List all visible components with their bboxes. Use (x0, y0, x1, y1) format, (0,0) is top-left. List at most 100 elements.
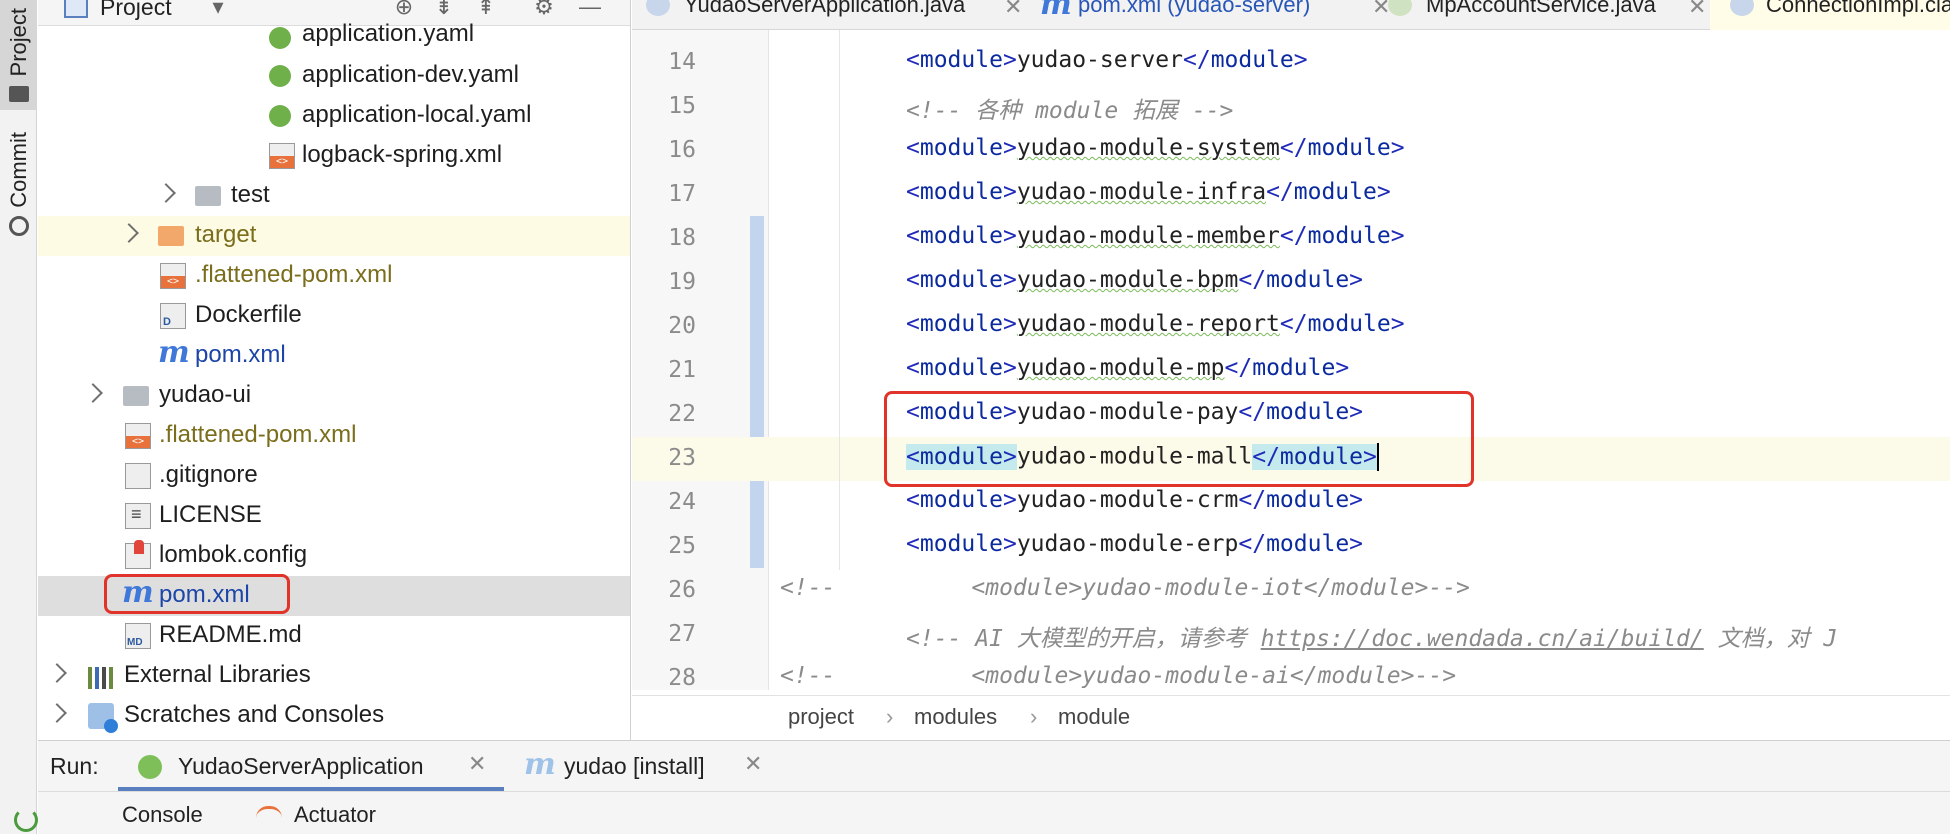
folder-icon (195, 186, 221, 206)
chevron-right-icon[interactable] (47, 703, 67, 723)
code-line[interactable]: <module>yudao-module-pay</module> (906, 399, 1363, 425)
tree-item-label: application-local.yaml (302, 101, 532, 128)
run-tab-label: YudaoServerApplication (178, 753, 424, 779)
code-comment[interactable]: <!-- 各种 module 拓展 --> (906, 91, 1233, 125)
tree-item-license[interactable]: LICENSE (38, 496, 630, 536)
xml-value: yudao-module-bpm (1016, 267, 1239, 293)
tree-item-root-pom-xml[interactable]: m pom.xml (38, 576, 630, 616)
doc-link[interactable]: https://doc.wendada.cn/ai/build/ (1261, 626, 1704, 652)
run-tab-yudao-install[interactable]: m yudao [install] ✕ (524, 741, 804, 791)
xml-tag-name: module (919, 531, 1003, 557)
spring-yaml-icon (269, 105, 291, 127)
code-line[interactable]: <module>yudao-server</module> (906, 47, 1308, 73)
code-line-current[interactable]: <module>yudao-module-mall</module> (906, 443, 1379, 471)
actuator-tab[interactable]: Actuator (294, 802, 376, 828)
line-number: 16 (668, 137, 696, 163)
xml-value: yudao-module-crm (1016, 487, 1239, 513)
tab-mp-account-service[interactable]: MpAccountService.java ✕ (1388, 0, 1718, 30)
code-comment[interactable]: <!-- <module>yudao-module-ai</module>--> (780, 663, 1456, 689)
breadcrumb-item[interactable]: module (1058, 704, 1130, 730)
commit-tool-tab[interactable]: Commit (0, 132, 37, 252)
tab-label: pom.xml (yudao-server) (1078, 0, 1311, 17)
code-comment[interactable]: <!-- <module>yudao-module-iot</module>--> (780, 575, 1470, 601)
hide-panel-icon[interactable]: — (578, 0, 602, 18)
xml-tag-name: module (1293, 179, 1377, 205)
run-subtabs: Console Actuator (38, 791, 1950, 834)
close-icon[interactable]: ✕ (744, 751, 762, 777)
commented-module: <module>yudao-module-ai</module>--> (971, 663, 1457, 689)
breadcrumb-item[interactable]: project (788, 704, 854, 730)
tree-item-target[interactable]: target (38, 216, 630, 256)
run-tab-yudao-server-application[interactable]: YudaoServerApplication ✕ (118, 741, 504, 791)
code-line[interactable]: <module>yudao-module-system</module> (906, 135, 1405, 161)
close-icon[interactable]: ✕ (468, 751, 486, 777)
vcs-change-marker[interactable] (750, 216, 764, 568)
code-line[interactable]: <module>yudao-module-mp</module> (906, 355, 1349, 381)
run-label: Run: (50, 753, 99, 779)
project-tool-tab[interactable]: Project (0, 0, 37, 110)
commit-tool-label: Commit (5, 132, 31, 208)
tree-item-label: pom.xml (159, 581, 250, 608)
xml-tag-name: module (919, 443, 1003, 470)
tab-pom-xml-yudao-server[interactable]: m pom.xml (yudao-server) ✕ (1040, 0, 1400, 30)
tree-item-application-local-yaml[interactable]: application-local.yaml (38, 96, 630, 136)
tree-item-scratches[interactable]: Scratches and Consoles (38, 696, 630, 736)
line-number: 14 (668, 49, 696, 75)
code-line[interactable]: <module>yudao-module-report</module> (906, 311, 1405, 337)
code-line[interactable]: <module>yudao-module-bpm</module> (906, 267, 1363, 293)
tree-item-application-yaml[interactable]: application.yaml (38, 18, 630, 58)
tree-item-test[interactable]: test (38, 176, 630, 216)
line-number: 26 (668, 577, 696, 603)
run-tab-label: yudao [install] (564, 753, 705, 779)
tree-item-dockerfile[interactable]: Dockerfile (38, 296, 630, 336)
code-line[interactable]: <module>yudao-module-infra</module> (906, 179, 1391, 205)
chevron-right-icon[interactable] (47, 663, 67, 683)
code-line[interactable]: <module>yudao-module-erp</module> (906, 531, 1363, 557)
tree-item-flattened-pom-xml[interactable]: .flattened-pom.xml (38, 256, 630, 296)
tree-item-label: LICENSE (159, 501, 262, 528)
tree-item-root-flattened-pom-xml[interactable]: .flattened-pom.xml (38, 416, 630, 456)
chevron-down-icon[interactable]: ▾ (206, 0, 230, 18)
tab-yudao-server-application[interactable]: YudaoServerApplication.java ✕ (646, 0, 1032, 30)
project-panel: Project ▾ ⊕ ⇟ ⇞ ⚙ — application.yaml app… (38, 0, 631, 740)
chevron-right-icon[interactable] (156, 183, 176, 203)
breadcrumb-item[interactable]: modules (914, 704, 997, 730)
text-caret (1376, 443, 1379, 471)
code-line[interactable]: <module>yudao-module-member</module> (906, 223, 1405, 249)
code-comment[interactable]: <!-- AI 大模型的开启，请参考 https://doc.wendada.c… (906, 619, 1837, 653)
tree-item-label: .gitignore (159, 461, 258, 488)
console-tab[interactable]: Console (122, 802, 203, 828)
library-icon (88, 663, 114, 689)
tree-item-readme-md[interactable]: README.md (38, 616, 630, 656)
xml-value: yudao-server (1016, 47, 1183, 73)
tree-item-lombok-config[interactable]: lombok.config (38, 536, 630, 576)
expand-all-icon[interactable]: ⇞ (474, 0, 498, 18)
tree-item-gitignore[interactable]: .gitignore (38, 456, 630, 496)
code-editor: YudaoServerApplication.java ✕ m pom.xml … (632, 0, 1950, 740)
xml-tag-name: module (1210, 47, 1294, 73)
xml-value: yudao-module-mp (1016, 355, 1225, 381)
gear-icon[interactable]: ⚙ (532, 0, 556, 18)
tree-item-pom-xml[interactable]: m pom.xml (38, 336, 630, 376)
close-icon[interactable]: ✕ (1004, 0, 1022, 20)
tree-item-application-dev-yaml[interactable]: application-dev.yaml (38, 56, 630, 96)
xml-tag-name: module (1307, 135, 1391, 161)
spring-yaml-icon (269, 27, 291, 49)
tree-item-label: .flattened-pom.xml (195, 261, 393, 288)
collapse-all-icon[interactable]: ⇟ (432, 0, 456, 18)
locate-icon[interactable]: ⊕ (392, 0, 416, 18)
tree-item-yudao-ui[interactable]: yudao-ui (38, 376, 630, 416)
chevron-right-icon: › (1030, 704, 1038, 729)
code-line[interactable]: <module>yudao-module-crm</module> (906, 487, 1363, 513)
line-number: 24 (668, 489, 696, 515)
project-view-icon (64, 0, 88, 18)
tree-item-external-libraries[interactable]: External Libraries (38, 656, 630, 696)
chevron-right-icon[interactable] (119, 223, 139, 243)
rerun-icon[interactable] (14, 808, 38, 832)
tree-item-logback-spring-xml[interactable]: logback-spring.xml (38, 136, 630, 176)
tab-connection-impl[interactable]: ConnectionImpl.cla (1710, 0, 1950, 30)
close-icon[interactable]: ✕ (1688, 0, 1706, 20)
chevron-right-icon[interactable] (83, 383, 103, 403)
commit-icon (8, 215, 29, 236)
left-tool-strip: Project Commit (0, 0, 37, 740)
